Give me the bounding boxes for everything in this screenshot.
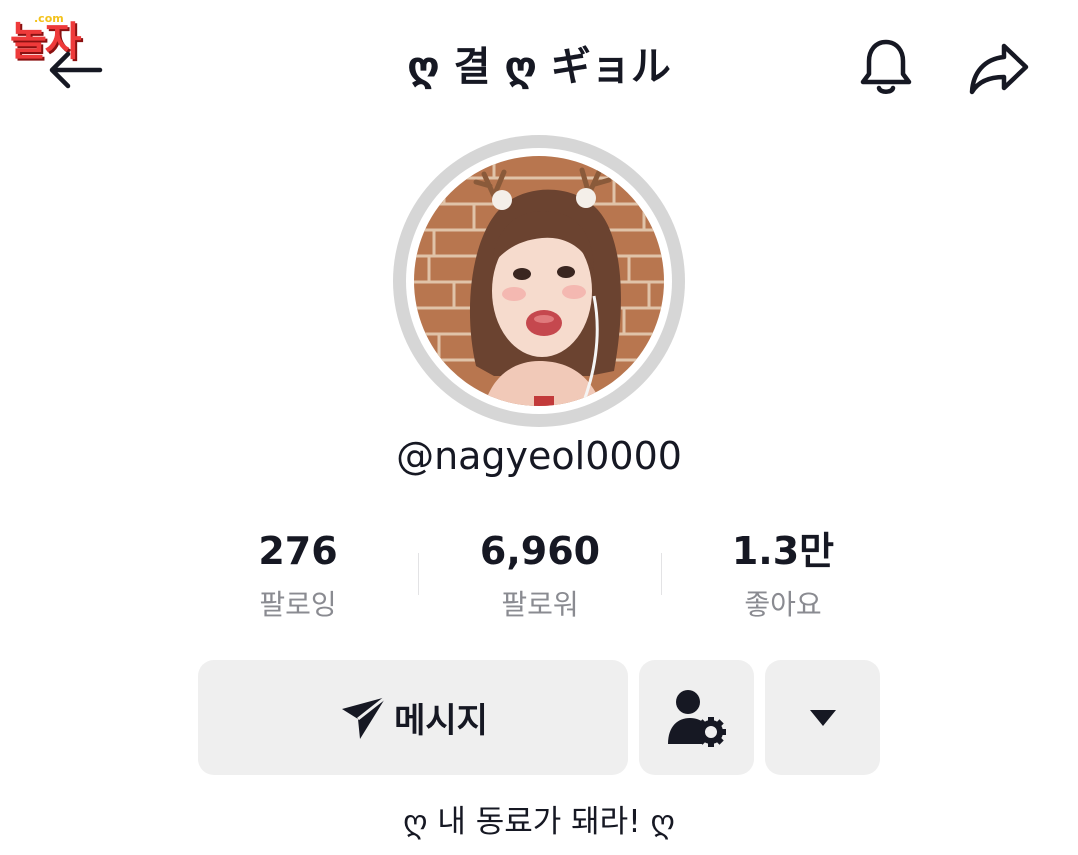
bio-text: ღ 내 동료가 돼라! ღ (403, 804, 675, 840)
profile-avatar (414, 156, 664, 406)
message-button[interactable]: 메시지 (198, 660, 628, 775)
user-gear-icon (667, 689, 726, 747)
stat-followers-label: 팔로워 (501, 588, 579, 621)
stat-likes-value: 1.3만 (731, 529, 835, 573)
bell-icon (860, 39, 912, 94)
stat-followers-value: 6,960 (479, 529, 601, 573)
send-icon (342, 695, 388, 739)
profile-page: .com 놀자 ღ 결 ღ ギョル @nagyeol0000 276 팔로잉 6… (0, 0, 1078, 855)
share-arrow-icon (969, 43, 1029, 95)
stat-divider (661, 553, 662, 595)
stat-likes-label: 좋아요 (744, 588, 822, 621)
username: @nagyeol0000 (396, 434, 682, 478)
notification-button[interactable] (856, 36, 916, 98)
message-button-label: 메시지 (394, 701, 488, 741)
share-button[interactable] (966, 40, 1032, 96)
avatar[interactable] (393, 135, 685, 427)
more-button[interactable] (765, 660, 880, 775)
page-title: ღ 결 ღ ギョル (407, 44, 671, 90)
stat-likes[interactable]: 1.3만 좋아요 (663, 526, 903, 626)
stat-following[interactable]: 276 팔로잉 (178, 526, 418, 626)
caret-down-icon (809, 709, 836, 726)
avatar-photo (414, 156, 664, 406)
stat-following-value: 276 (258, 529, 338, 573)
stat-followers[interactable]: 6,960 팔로워 (420, 526, 660, 626)
profile-settings-button[interactable] (639, 660, 754, 775)
stat-following-label: 팔로잉 (259, 588, 337, 621)
avatar-frame (406, 148, 672, 414)
stat-divider (418, 553, 419, 595)
